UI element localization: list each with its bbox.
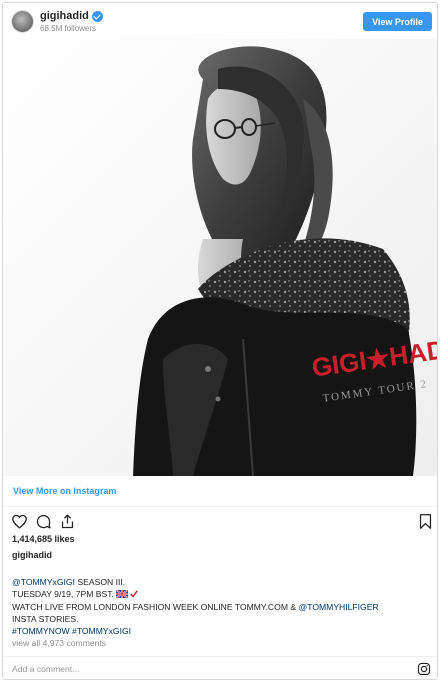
caption-username[interactable]: gigihadid: [12, 550, 52, 560]
checkmark-icon: [130, 589, 138, 601]
caption-line-4-text: INSTA STORIES.: [12, 614, 79, 624]
comment-icon[interactable]: [35, 513, 52, 530]
post-header: gigihadid 68.5M followers View Profile: [3, 3, 437, 39]
mention-tommyxgigi[interactable]: @TOMMYxGIGI: [12, 577, 75, 587]
mention-tommyhilfiger[interactable]: @TOMMYHILFIGER: [299, 602, 379, 612]
share-icon[interactable]: [59, 513, 76, 530]
caption-line-4: INSTA STORIES.: [12, 613, 432, 625]
username-row: gigihadid: [40, 9, 103, 23]
caption-line-1-text: SEASON III.: [75, 577, 126, 587]
follower-count: 68.5M followers: [40, 24, 97, 33]
add-comment-input[interactable]: [12, 661, 392, 677]
uk-flag-icon: [115, 589, 129, 601]
post-photo[interactable]: GIGI★HADID TOMMY TOUR 2: [3, 39, 437, 476]
view-more-link-row: View More on Instagram: [3, 476, 437, 507]
view-all-comments-link[interactable]: view all 4,973 comments: [12, 638, 106, 648]
caption-line-2: TUESDAY 9/19, 7PM BST.: [12, 588, 432, 601]
view-profile-button[interactable]: View Profile: [363, 12, 432, 31]
comment-bar: [3, 656, 437, 679]
username[interactable]: gigihadid: [40, 10, 89, 22]
bookmark-icon[interactable]: [417, 513, 434, 530]
instagram-logo-icon[interactable]: [417, 662, 431, 676]
instagram-embed: gigihadid 68.5M followers View Profile G…: [2, 2, 438, 680]
photo-image: GIGI★HADID TOMMY TOUR 2: [3, 39, 437, 476]
heart-icon[interactable]: [11, 513, 28, 530]
caption-line-2-text: TUESDAY 9/19, 7PM BST.: [12, 589, 114, 599]
verified-badge-icon: [91, 10, 103, 22]
caption-text: @TOMMYxGIGI SEASON III. TUESDAY 9/19, 7P…: [12, 576, 432, 637]
post-actions: [3, 508, 437, 534]
hashtag-tommyxgigi[interactable]: #TOMMYxGIGI: [72, 626, 131, 636]
avatar[interactable]: [11, 10, 34, 33]
like-count[interactable]: 1,414,685 likes: [12, 534, 75, 544]
view-more-on-instagram-link[interactable]: View More on Instagram: [13, 486, 116, 496]
caption-line-1: @TOMMYxGIGI SEASON III.: [12, 576, 432, 588]
caption-line-3-text: WATCH LIVE FROM LONDON FASHION WEEK ONLI…: [12, 602, 299, 612]
caption-line-3: WATCH LIVE FROM LONDON FASHION WEEK ONLI…: [12, 601, 432, 613]
hashtag-tommynow[interactable]: #TOMMYNOW: [12, 626, 70, 636]
caption-line-5: #TOMMYNOW #TOMMYxGIGI: [12, 625, 432, 637]
